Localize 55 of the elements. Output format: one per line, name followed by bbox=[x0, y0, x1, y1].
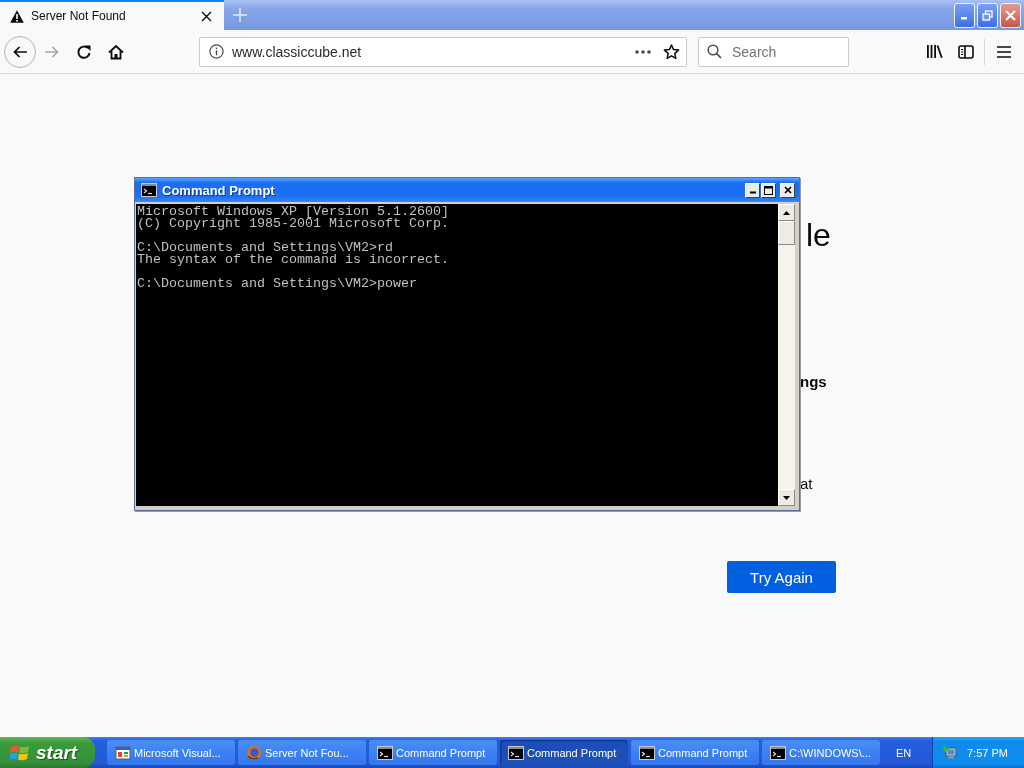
library-icon bbox=[925, 44, 943, 59]
clock: 7:57 PM bbox=[967, 746, 1008, 759]
taskbar-button[interactable]: Microsoft Visual... bbox=[107, 740, 235, 765]
taskbar-button[interactable]: Command Prompt bbox=[500, 740, 628, 765]
restore-button[interactable] bbox=[977, 3, 998, 28]
console-line: (C) Copyright 1985-2001 Microsoft Corp. bbox=[137, 218, 450, 230]
warning-icon bbox=[10, 9, 24, 23]
taskbar-button[interactable]: C:\WINDOWS\... bbox=[762, 740, 880, 765]
close-icon bbox=[200, 10, 212, 22]
sidebar-icon bbox=[958, 44, 974, 59]
search-icon bbox=[707, 44, 722, 59]
scroll-down-button[interactable] bbox=[778, 489, 795, 506]
console-line: Microsoft Windows XP [Version 5.1.2600] bbox=[137, 206, 450, 218]
browser-icon bbox=[246, 744, 262, 761]
reload-icon bbox=[76, 43, 92, 60]
scroll-up-button[interactable] bbox=[778, 204, 795, 221]
maximize-icon bbox=[764, 185, 773, 195]
home-icon bbox=[108, 43, 124, 60]
star-icon[interactable] bbox=[663, 43, 680, 60]
console-icon bbox=[770, 744, 786, 761]
taskbar-button[interactable]: Server Not Fou... bbox=[238, 740, 366, 765]
console-icon bbox=[377, 744, 393, 761]
paragraph-text: at bbox=[800, 475, 813, 493]
console-icon bbox=[141, 183, 157, 197]
restore-icon bbox=[982, 10, 993, 21]
scroll-thumb[interactable] bbox=[778, 221, 795, 245]
info-icon bbox=[209, 44, 224, 59]
taskbar-button[interactable]: Command Prompt bbox=[631, 740, 759, 765]
page-heading: le bbox=[806, 216, 831, 254]
browser-tab[interactable]: Server Not Found bbox=[0, 0, 224, 30]
language-indicator[interactable]: EN bbox=[896, 746, 912, 759]
console-line: The syntax of the command is incorrect. bbox=[137, 254, 450, 266]
start-button[interactable]: start bbox=[0, 737, 95, 768]
arrow-up-icon bbox=[783, 210, 790, 215]
window-title: Command Prompt bbox=[162, 182, 275, 198]
try-again-button[interactable]: Try Again bbox=[727, 561, 836, 593]
close-icon bbox=[783, 186, 792, 194]
console-icon bbox=[508, 744, 524, 761]
menu-icon bbox=[997, 45, 1011, 58]
more-icon[interactable] bbox=[635, 49, 651, 54]
address-field[interactable]: www.classiccube.net bbox=[199, 36, 687, 67]
app-window-icon bbox=[115, 744, 131, 761]
arrow-down-icon bbox=[783, 495, 790, 500]
taskbar-button[interactable]: Command Prompt bbox=[369, 740, 497, 765]
section-label: ngs bbox=[800, 373, 827, 391]
plus-icon bbox=[233, 8, 247, 22]
console-icon bbox=[639, 744, 655, 761]
maximize-button[interactable] bbox=[761, 182, 776, 198]
console-line: C:\Documents and Settings\VM2>power bbox=[137, 278, 418, 290]
windows-flag-icon bbox=[10, 743, 30, 762]
close-icon bbox=[1005, 10, 1016, 21]
search-field[interactable]: Search bbox=[698, 36, 849, 67]
console-line: C:\Documents and Settings\VM2>rd bbox=[137, 242, 393, 254]
scrollbar[interactable] bbox=[778, 204, 795, 506]
back-button[interactable] bbox=[4, 35, 36, 68]
